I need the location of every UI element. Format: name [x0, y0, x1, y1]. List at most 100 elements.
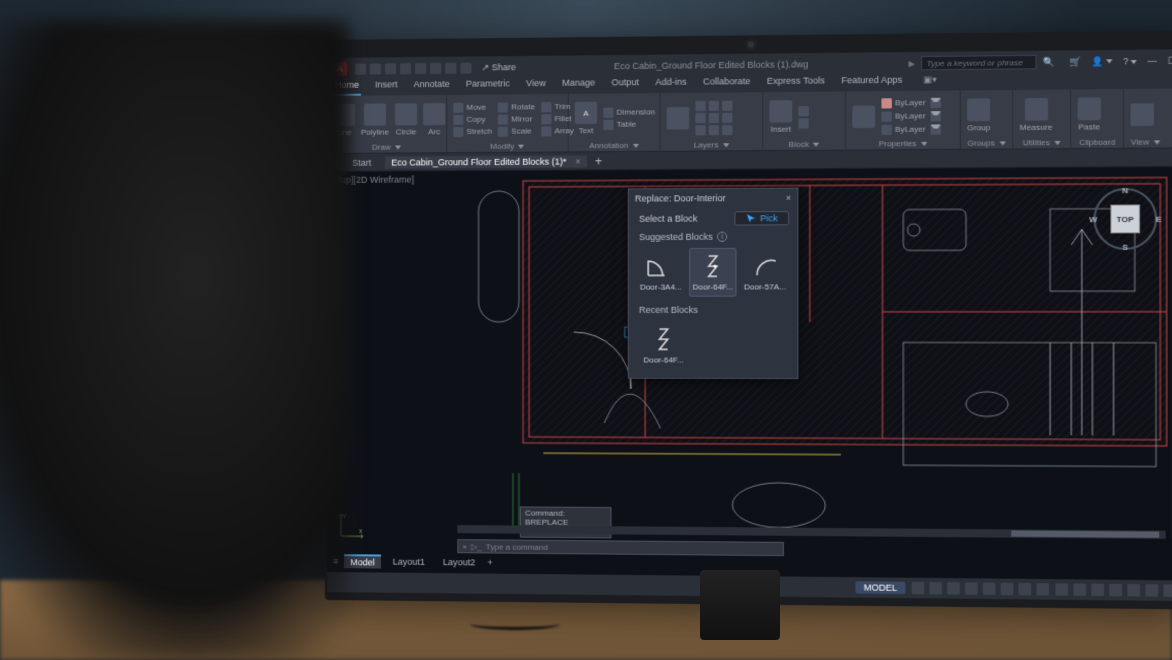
polar-icon[interactable]	[965, 582, 978, 594]
layer-row-2[interactable]	[695, 112, 732, 122]
layout-menu-icon[interactable]: ≡	[333, 556, 338, 566]
tab-parametric[interactable]: Parametric	[464, 78, 512, 95]
viewcube-ring[interactable]	[1093, 188, 1157, 250]
command-input[interactable]: × ▷_ Type a command	[457, 539, 784, 556]
qat-open-icon[interactable]	[370, 63, 381, 74]
app-logo[interactable]: A	[333, 62, 347, 76]
view-cube[interactable]: N S E W TOP	[1093, 188, 1157, 250]
panel-clipboard-label[interactable]: Clipboard	[1078, 137, 1117, 148]
lineweight-icon[interactable]	[1019, 583, 1032, 595]
status-model-button[interactable]: MODEL	[855, 581, 905, 594]
viewcube-n[interactable]: N	[1122, 186, 1128, 195]
tab-addins[interactable]: Add-ins	[653, 77, 688, 94]
prop-color[interactable]: ByLayer	[881, 97, 941, 108]
prop-lineweight[interactable]: ByLayer	[881, 111, 941, 122]
cart-icon[interactable]: 🛒	[1070, 56, 1082, 67]
h-scroll-thumb[interactable]	[1011, 530, 1159, 537]
tab-express-tools[interactable]: Express Tools	[765, 75, 827, 92]
block-option-1[interactable]: Door-3A4...	[637, 248, 685, 297]
qat-redo-icon[interactable]	[445, 62, 456, 73]
tool-arc[interactable]: Arc	[423, 103, 445, 136]
info-icon[interactable]: i	[717, 232, 727, 242]
tab-featured-apps[interactable]: Featured Apps	[839, 75, 904, 92]
tool-edit-block[interactable]	[798, 106, 808, 116]
grid-icon[interactable]	[912, 582, 925, 594]
tool-edit-attributes[interactable]	[798, 118, 808, 128]
tab-annotate[interactable]: Annotate	[412, 79, 452, 95]
layout-tab-model[interactable]: Model	[344, 554, 381, 568]
doc-tab-start[interactable]: Start	[346, 156, 377, 168]
ucs-icon[interactable]: XY	[337, 510, 367, 540]
doc-tab-close-icon[interactable]: ×	[575, 156, 580, 166]
panel-layers-label[interactable]: Layers	[667, 139, 756, 150]
panel-groups-label[interactable]: Groups	[967, 137, 1006, 148]
annotation-scale-icon[interactable]	[1073, 583, 1086, 595]
customize-icon[interactable]	[1163, 584, 1172, 597]
search-input[interactable]: Type a keyword or phrase	[921, 55, 1036, 70]
ortho-icon[interactable]	[947, 582, 960, 594]
clean-screen-icon[interactable]	[1145, 584, 1158, 597]
panel-block-label[interactable]: Block	[769, 138, 838, 149]
viewcube-w[interactable]: W	[1089, 214, 1097, 223]
qat-undo-icon[interactable]	[430, 62, 441, 73]
qat-print-icon[interactable]	[460, 62, 471, 73]
qat-plot-icon[interactable]	[415, 62, 426, 73]
doc-tab-add-icon[interactable]: +	[595, 154, 602, 168]
isolate-icon[interactable]	[1109, 584, 1122, 596]
tool-dimension[interactable]: Dimension	[603, 107, 655, 118]
tool-move[interactable]: Move	[453, 102, 492, 112]
units-icon[interactable]	[1091, 584, 1104, 596]
layout-tab-1[interactable]: Layout1	[387, 556, 431, 568]
prop-linetype[interactable]: ByLayer	[881, 124, 941, 135]
layer-row-3[interactable]	[695, 124, 732, 134]
qat-saveas-icon[interactable]	[400, 63, 411, 74]
viewcube-s[interactable]: S	[1122, 243, 1128, 252]
tool-copy[interactable]: Copy	[453, 114, 492, 124]
layer-row-1[interactable]	[695, 100, 732, 110]
ribbon-more-icon[interactable]: ▣▾	[921, 74, 939, 91]
share-button[interactable]: ↗ Share	[482, 62, 516, 73]
panel-properties-label[interactable]: Properties	[852, 138, 953, 149]
hardware-accel-icon[interactable]	[1127, 584, 1140, 597]
tool-measure[interactable]: Measure	[1020, 98, 1053, 132]
tool-view[interactable]	[1131, 103, 1154, 126]
block-option-3[interactable]: Door-57A...	[741, 248, 789, 297]
tool-table[interactable]: Table	[603, 119, 655, 130]
tool-group[interactable]: Group	[967, 98, 990, 132]
tool-paste[interactable]: Paste	[1078, 97, 1101, 131]
tab-manage[interactable]: Manage	[560, 77, 597, 93]
tool-scale[interactable]: Scale	[498, 126, 535, 136]
workspace-switch-icon[interactable]	[1055, 583, 1068, 595]
panel-draw-label[interactable]: Draw	[333, 141, 440, 152]
qat-save-icon[interactable]	[385, 63, 396, 74]
layout-tab-add-icon[interactable]: +	[487, 557, 492, 567]
panel-modify-label[interactable]: Modify	[453, 140, 561, 151]
maximize-icon[interactable]: ☐	[1168, 55, 1172, 66]
tool-rotate[interactable]: Rotate	[498, 102, 535, 112]
doc-tab-file[interactable]: Eco Cabin_Ground Floor Edited Blocks (1)…	[385, 155, 586, 168]
tool-stretch[interactable]: Stretch	[453, 126, 492, 136]
drawing-area[interactable]: [-Top][2D Wireframe]	[327, 167, 1172, 580]
tool-polyline[interactable]: Polyline	[361, 103, 389, 136]
qat-new-icon[interactable]	[355, 63, 366, 74]
tab-insert[interactable]: Insert	[373, 79, 400, 95]
snap-icon[interactable]	[929, 582, 942, 594]
osnap-icon[interactable]	[983, 583, 996, 595]
tab-output[interactable]: Output	[609, 77, 641, 93]
tool-mirror[interactable]: Mirror	[498, 114, 535, 124]
search-icon[interactable]: 🔍	[1043, 56, 1055, 67]
recent-block-1[interactable]: Door-64F...	[639, 321, 688, 370]
tab-view[interactable]: View	[524, 78, 548, 94]
viewcube-e[interactable]: E	[1156, 214, 1162, 223]
tool-layer-properties[interactable]	[667, 107, 690, 129]
help-icon[interactable]: ?	[1123, 56, 1137, 66]
panel-annotation-label[interactable]: Annotation	[575, 140, 654, 151]
doc-menu-icon[interactable]: ≡	[333, 157, 338, 167]
tool-circle[interactable]: Circle	[395, 103, 417, 136]
block-option-2[interactable]: Door-64F...	[689, 248, 737, 297]
tab-home[interactable]: Home	[333, 80, 361, 96]
tab-collaborate[interactable]: Collaborate	[701, 76, 752, 93]
panel-view-label[interactable]: View	[1131, 136, 1161, 147]
tool-line[interactable]: Line	[333, 104, 355, 137]
tool-text[interactable]: AText	[575, 102, 597, 136]
